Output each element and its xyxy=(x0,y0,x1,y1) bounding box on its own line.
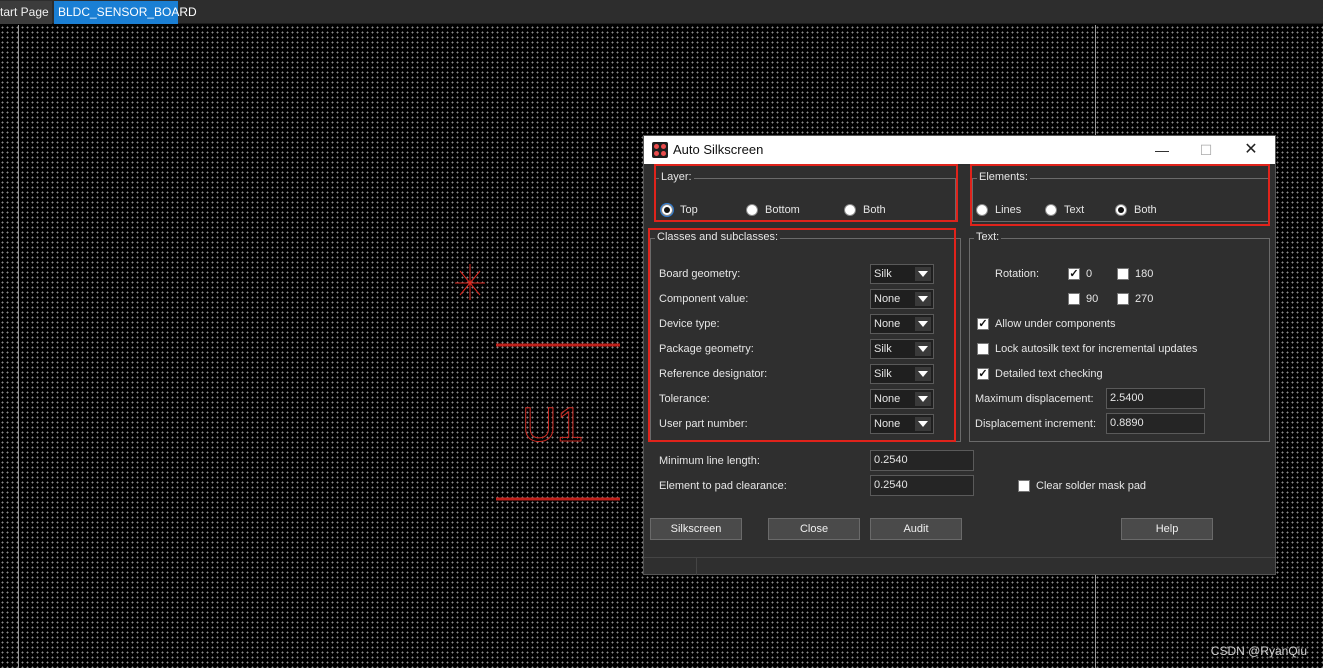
chevron-down-icon xyxy=(915,392,931,406)
checkbox-box: ✓ xyxy=(977,368,989,380)
rotation-90-label: 90 xyxy=(1086,293,1099,305)
min-line-length-input[interactable]: 0.2540 xyxy=(870,450,974,471)
layer-both-label: Both xyxy=(863,204,886,216)
class-row-value: Silk xyxy=(874,368,892,380)
document-tab-bar: tart Page BLDC_SENSOR_BOARD xyxy=(0,0,1323,24)
tab-start-page[interactable]: tart Page xyxy=(0,1,52,24)
class-row-label: User part number: xyxy=(659,418,748,430)
rotation-270-label: 270 xyxy=(1135,293,1154,305)
class-row-value: None xyxy=(874,318,901,330)
chevron-down-icon xyxy=(915,367,931,381)
class-row-value: None xyxy=(874,293,901,305)
audit-button[interactable]: Audit xyxy=(870,518,962,540)
dialog-status-bar xyxy=(644,557,1275,575)
rotation-180-label: 180 xyxy=(1135,268,1154,280)
chevron-down-icon xyxy=(915,417,931,431)
origin-star-icon xyxy=(455,264,485,300)
detailed-text-checking-label: Detailed text checking xyxy=(995,368,1103,380)
maximize-icon: ☐ xyxy=(1199,142,1213,158)
lock-autosilk-label: Lock autosilk text for incremental updat… xyxy=(995,343,1198,355)
layer-top-label: Top xyxy=(680,204,698,216)
rotation-label: Rotation: xyxy=(995,268,1040,280)
checkbox-box xyxy=(1117,268,1129,280)
text-group-label: Text: xyxy=(974,231,1002,243)
checkbox-box xyxy=(977,343,989,355)
max-displacement-input[interactable]: 2.5400 xyxy=(1106,388,1205,409)
class-row-label: Tolerance: xyxy=(659,393,710,405)
dialog-titlebar[interactable]: Auto Silkscreen — ☐ ✕ xyxy=(644,136,1275,164)
displacement-increment-input[interactable]: 0.8890 xyxy=(1106,413,1205,434)
class-row-label: Board geometry: xyxy=(659,268,741,280)
rotation-0-label: 0 xyxy=(1086,268,1093,280)
class-row-select[interactable]: None xyxy=(870,314,934,334)
app-icon xyxy=(652,142,668,158)
elements-lines-label: Lines xyxy=(995,204,1022,216)
chevron-down-icon xyxy=(915,342,931,356)
minimize-icon[interactable]: — xyxy=(1140,136,1184,164)
pad-clearance-input[interactable]: 0.2540 xyxy=(870,475,974,496)
class-row-label: Reference designator: xyxy=(659,368,768,380)
auto-silkscreen-dialog: Auto Silkscreen — ☐ ✕ Layer: Top Bottom … xyxy=(643,135,1276,575)
class-row-value: Silk xyxy=(874,343,892,355)
class-row-value: None xyxy=(874,418,901,430)
layer-bottom-label: Bottom xyxy=(765,204,800,216)
clear-solder-mask-label: Clear solder mask pad xyxy=(1036,480,1147,492)
class-row-select[interactable]: Silk xyxy=(870,264,934,284)
allow-under-components-label: Allow under components xyxy=(995,318,1116,330)
checkbox-box: ✓ xyxy=(1068,268,1080,280)
class-row-label: Package geometry: xyxy=(659,343,754,355)
classes-group-label: Classes and subclasses: xyxy=(655,231,781,243)
radio-dot xyxy=(976,204,988,216)
class-row-value: None xyxy=(874,393,901,405)
class-row-select[interactable]: None xyxy=(870,289,934,309)
pad-clearance-label: Element to pad clearance: xyxy=(659,480,787,492)
layer-group: Layer: xyxy=(654,171,956,222)
radio-dot xyxy=(1045,204,1057,216)
radio-dot xyxy=(844,204,856,216)
class-row-select[interactable]: Silk xyxy=(870,364,934,384)
reference-designator-text: U1 xyxy=(522,399,583,452)
class-row-select[interactable]: None xyxy=(870,389,934,409)
class-row-label: Component value: xyxy=(659,293,749,305)
radio-dot xyxy=(661,204,673,216)
dialog-title: Auto Silkscreen xyxy=(673,142,764,157)
checkbox-box xyxy=(1018,480,1030,492)
checkbox-box xyxy=(1068,293,1080,305)
elements-both-label: Both xyxy=(1134,204,1157,216)
close-button[interactable]: Close xyxy=(768,518,860,540)
chevron-down-icon xyxy=(915,267,931,281)
radio-dot xyxy=(746,204,758,216)
help-button[interactable]: Help xyxy=(1121,518,1213,540)
class-row-value: Silk xyxy=(874,268,892,280)
chevron-down-icon xyxy=(915,292,931,306)
checkbox-box: ✓ xyxy=(977,318,989,330)
status-divider xyxy=(696,558,697,575)
chevron-down-icon xyxy=(915,317,931,331)
checkbox-box xyxy=(1117,293,1129,305)
class-row-select[interactable]: None xyxy=(870,414,934,434)
tab-bldc-sensor-board[interactable]: BLDC_SENSOR_BOARD xyxy=(54,1,197,24)
silkscreen-button[interactable]: Silkscreen xyxy=(650,518,742,540)
class-row-label: Device type: xyxy=(659,318,720,330)
min-line-length-label: Minimum line length: xyxy=(659,455,760,467)
radio-dot xyxy=(1115,204,1127,216)
class-row-select[interactable]: Silk xyxy=(870,339,934,359)
displacement-increment-label: Displacement increment: xyxy=(975,418,1097,430)
max-displacement-label: Maximum displacement: xyxy=(975,393,1094,405)
watermark: CSDN @RyanQiu xyxy=(1210,644,1307,658)
elements-text-label: Text xyxy=(1064,204,1085,216)
layer-group-label: Layer: xyxy=(659,171,694,183)
close-icon[interactable]: ✕ xyxy=(1229,136,1273,164)
elements-group-label: Elements: xyxy=(977,171,1030,183)
